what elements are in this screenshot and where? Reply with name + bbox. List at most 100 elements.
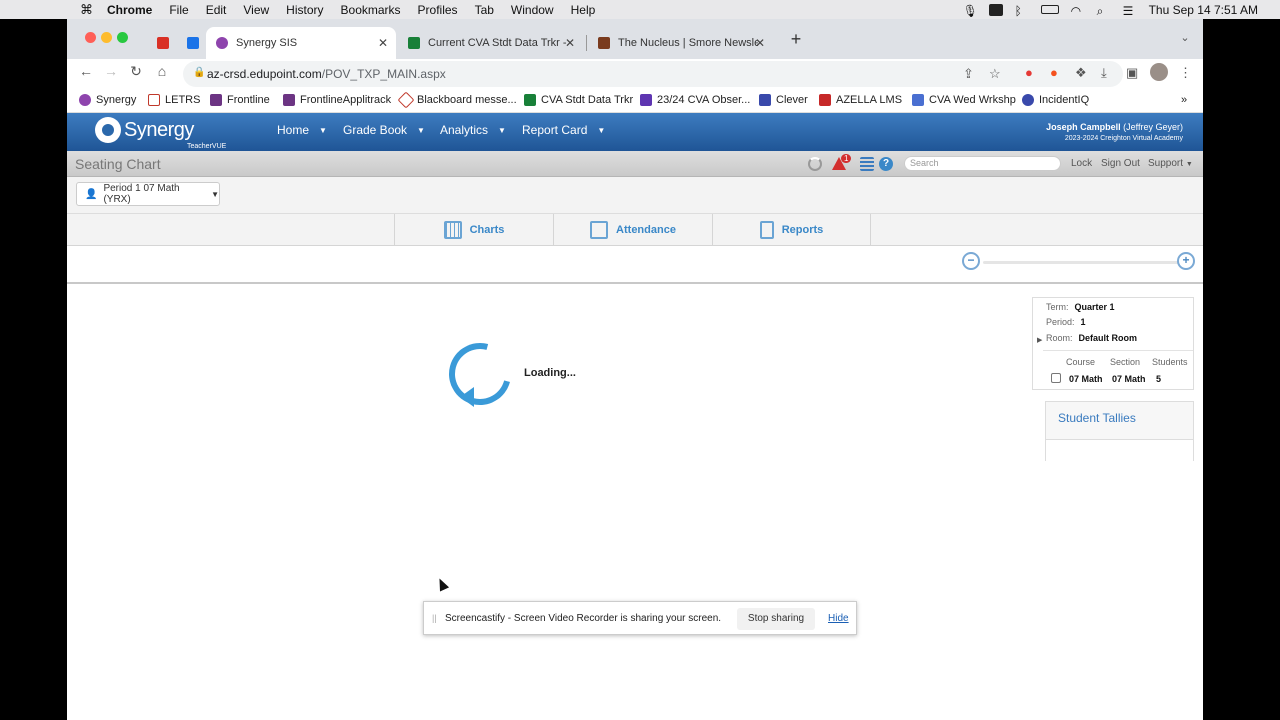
nav-grade-book[interactable]: Grade Book ▼ [343,123,425,137]
battery-icon[interactable] [1040,5,1059,14]
room-expander-icon[interactable]: ▶ [1037,336,1042,344]
document-icon [759,221,774,239]
mac-menu-bar: ⌘ Chrome File Edit View History Bookmark… [0,0,1280,19]
url-host: az-crsd.edupoint.com [207,67,322,81]
hide-link[interactable]: Hide [828,613,849,624]
user-name[interactable]: Joseph Campbell (Jeffrey Geyer) [1046,122,1183,132]
tab-title: Current CVA Stdt Data Trkr - G [428,37,568,49]
back-arrow-icon[interactable]: ← [76,63,96,79]
caret-down-icon: ▼ [211,189,219,199]
tab-search-chevron-icon[interactable]: ⌄ [1175,31,1195,44]
screencastify-icon[interactable] [988,3,1003,16]
grid-icon [443,221,462,239]
menu-help[interactable]: Help [571,3,596,17]
student-tallies-title[interactable]: Student Tallies [1058,411,1136,425]
bookmark-blackboard[interactable]: Blackboard messe... [397,91,517,109]
tab-attendance-label: Attendance [616,224,676,236]
bookmark-letrs[interactable]: LETRS [148,94,200,106]
section-header: Section [1110,357,1141,367]
control-center-icon[interactable]: ☰ [1123,4,1137,18]
chrome-menu-icon[interactable]: ⋮ [1179,65,1192,81]
bookmark-frontline-applitrack[interactable]: FrontlineApplitrack [283,94,391,106]
forms-icon [640,94,652,106]
menu-bookmarks[interactable]: Bookmarks [341,3,401,17]
logo-text: Synergy [124,118,194,141]
list-icon[interactable] [860,157,874,171]
close-tab-icon[interactable]: ✕ [378,36,388,50]
zoom-slider[interactable] [983,261,1183,264]
bookmark-clever[interactable]: Clever [759,94,808,106]
minimize-window-button[interactable] [101,32,112,43]
blackboard-icon [397,91,415,109]
forward-arrow-icon[interactable]: → [101,63,121,79]
menubar-clock[interactable]: Thu Sep 14 7:51 AM [1149,3,1258,17]
bookmark-label: CVA Wed Wrkshp [929,94,1016,106]
zoom-in-icon[interactable]: + [1177,252,1195,270]
drag-handle-icon[interactable]: || [432,613,437,623]
extension-orange-icon[interactable]: ● [1050,65,1058,80]
course-checkbox[interactable] [1051,373,1061,383]
microphone-icon[interactable]: 🎙 [963,4,978,18]
tab-charts[interactable]: Charts [394,214,553,246]
bookmark-azella[interactable]: AZELLA LMS [819,94,902,106]
menu-edit[interactable]: Edit [206,3,227,17]
profile-avatar[interactable] [1150,63,1168,81]
menu-history[interactable]: History [286,3,323,17]
tab-gmail[interactable] [147,27,175,59]
tab-attendance[interactable]: Attendance [553,214,712,246]
apple-menu-icon[interactable]: ⌘ [80,2,94,18]
support-menu[interactable]: Support ▼ [1148,158,1193,169]
share-icon[interactable]: ⇪ [963,66,974,82]
sign-out-link[interactable]: Sign Out [1101,158,1140,169]
nav-home[interactable]: Home ▼ [277,123,327,137]
spotlight-search-icon[interactable]: ⌕ [1097,4,1111,18]
home-icon[interactable]: ⌂ [152,63,172,79]
tab-synergy-sis[interactable]: Synergy SIS ✕ [206,27,396,59]
bookmark-star-icon[interactable]: ☆ [989,66,1001,82]
tab-reports[interactable]: Reports [712,214,871,246]
nav-report-card[interactable]: Report Card ▼ [522,123,605,137]
extensions-puzzle-icon[interactable]: ❖ [1075,65,1087,81]
menu-file[interactable]: File [169,3,188,17]
menu-view[interactable]: View [243,3,269,17]
bookmark-incidentiq[interactable]: IncidentIQ [1022,94,1089,106]
tab-smore-newsletter[interactable]: The Nucleus | Smore Newslette ✕ [588,27,773,59]
gmail-icon [157,37,169,49]
bookmark-synergy[interactable]: Synergy [79,94,136,106]
synergy-logo[interactable]: Synergy TeacherVUE [95,117,226,150]
extension-red-icon[interactable]: ● [1025,65,1033,80]
bookmark-cva-observations[interactable]: 23/24 CVA Obser... [640,94,750,106]
address-bar[interactable]: 🔒 az-crsd.edupoint.com/POV_TXP_MAIN.aspx… [183,61,1123,87]
bookmark-cva-wed-workshop[interactable]: CVA Wed Wrkshp [912,94,1016,106]
lock-icon[interactable]: 🔒 [193,67,205,78]
wifi-icon[interactable]: ◠ [1071,4,1085,18]
stop-sharing-button[interactable]: Stop sharing [737,608,815,630]
nav-analytics[interactable]: Analytics ▼ [440,123,506,137]
close-tab-icon[interactable]: ✕ [565,36,575,50]
bookmark-frontline[interactable]: Frontline [210,94,270,106]
class-info-panel: Term: Quarter 1 Period: 1 ▶ Room: Default R… [1032,297,1194,390]
zoom-out-icon[interactable]: − [962,252,980,270]
zoom-window-button[interactable] [117,32,128,43]
close-tab-icon[interactable]: ✕ [755,36,765,50]
menu-tab[interactable]: Tab [475,3,494,17]
menu-chrome[interactable]: Chrome [107,3,152,17]
tab-calendar[interactable] [177,27,205,59]
student-tallies-panel: Student Tallies [1045,401,1194,461]
downloads-icon[interactable]: ⤓ [1101,65,1107,81]
bookmarks-overflow-button[interactable]: » [1181,94,1187,106]
search-input[interactable]: Search [904,156,1061,171]
menu-profiles[interactable]: Profiles [418,3,458,17]
new-tab-button[interactable]: + [786,29,806,50]
side-panel-icon[interactable]: ▣ [1126,65,1138,81]
url-text[interactable]: az-crsd.edupoint.com/POV_TXP_MAIN.aspx [207,67,446,81]
tab-cva-tracker[interactable]: Current CVA Stdt Data Trkr - G ✕ [398,27,583,59]
reload-icon[interactable]: ↻ [126,63,146,80]
close-window-button[interactable] [85,32,96,43]
bluetooth-icon[interactable]: ᛒ [1015,4,1029,18]
menu-window[interactable]: Window [511,3,554,17]
lock-link[interactable]: Lock [1071,158,1092,169]
bookmark-cva-data-tracker[interactable]: CVA Stdt Data Trkr [524,94,633,106]
help-icon[interactable]: ? [879,157,893,171]
period-selector[interactable]: 👤 Period 1 07 Math (YRX) ▼ [76,182,220,206]
